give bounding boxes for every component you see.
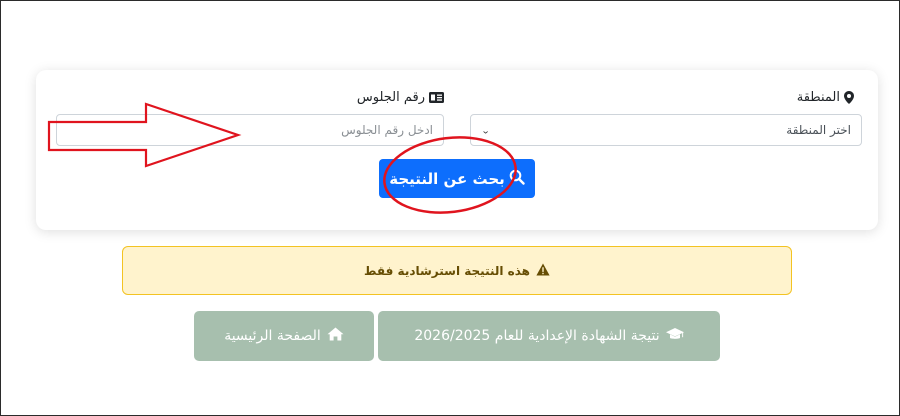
prep-certificate-result-button[interactable]: نتيجة الشهادة الإعدادية للعام 2026/2025 xyxy=(378,311,720,361)
search-icon xyxy=(509,169,525,189)
home-page-label: الصفحة الرئيسية xyxy=(224,328,321,344)
home-page-button[interactable]: الصفحة الرئيسية xyxy=(194,311,374,361)
region-label: المنطقة xyxy=(797,90,854,105)
seat-number-label-text: رقم الجلوس xyxy=(356,90,425,105)
guidance-alert-text: هذه النتيجة استرشادية فقط xyxy=(364,263,530,278)
id-card-icon xyxy=(429,92,444,103)
region-select-value: اختر المنطقة xyxy=(786,123,851,137)
graduation-cap-icon xyxy=(665,327,684,345)
map-marker-icon xyxy=(844,91,854,104)
seat-number-label: رقم الجلوس xyxy=(357,90,444,105)
prep-certificate-result-label: نتيجة الشهادة الإعدادية للعام 2026/2025 xyxy=(414,328,660,344)
guidance-alert: هذه النتيجة استرشادية فقط xyxy=(122,246,792,295)
region-select[interactable]: اختر المنطقة ⌄ xyxy=(470,114,862,146)
seat-number-input[interactable] xyxy=(56,114,444,146)
region-label-text: المنطقة xyxy=(796,90,840,105)
search-result-button-label: بحث عن النتيجة xyxy=(389,169,505,188)
chevron-down-icon: ⌄ xyxy=(481,124,491,136)
home-icon xyxy=(327,327,344,345)
warning-icon xyxy=(536,263,550,279)
search-result-button[interactable]: بحث عن النتيجة xyxy=(379,159,535,198)
search-card: المنطقة اختر المنطقة ⌄ رقم الجلوس بحث عن… xyxy=(36,70,878,230)
